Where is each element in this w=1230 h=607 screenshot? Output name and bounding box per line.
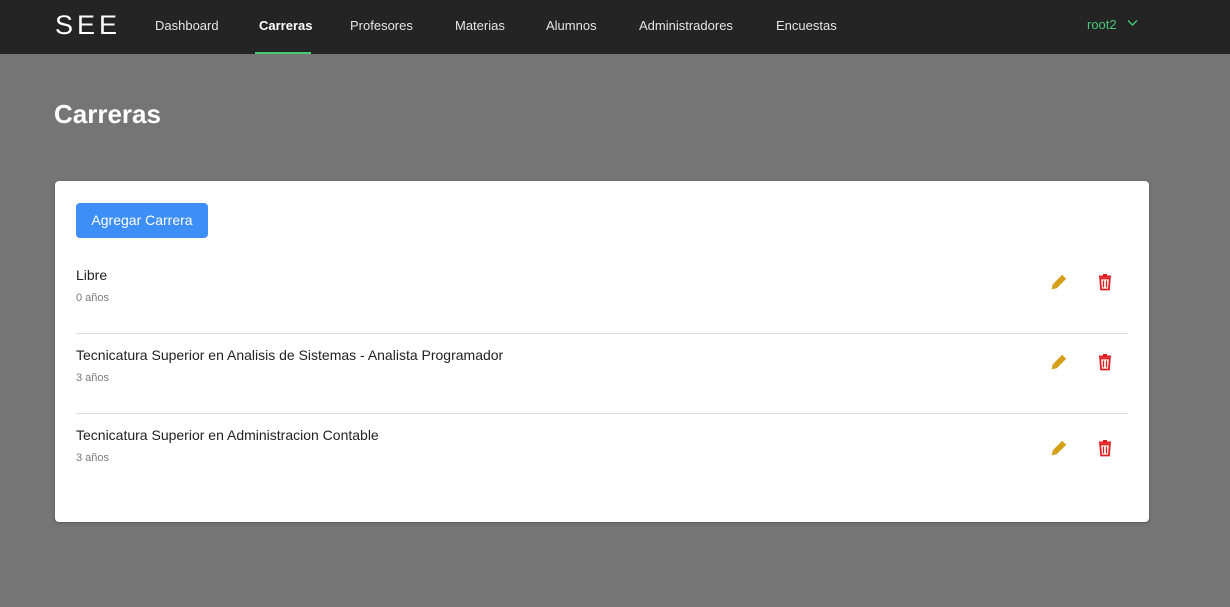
career-name: Tecnicatura Superior en Administracion C… bbox=[76, 427, 379, 443]
edit-career-button[interactable] bbox=[1049, 438, 1069, 458]
trash-icon bbox=[1099, 274, 1111, 291]
career-item: Libre 0 años bbox=[76, 254, 1128, 334]
pencil-icon bbox=[1051, 354, 1067, 370]
user-name: root2 bbox=[1087, 17, 1117, 32]
edit-career-button[interactable] bbox=[1049, 272, 1069, 292]
career-item: Tecnicatura Superior en Analisis de Sist… bbox=[76, 334, 1128, 414]
app-logo[interactable]: SEE bbox=[55, 9, 121, 41]
user-menu[interactable]: root2 bbox=[1087, 0, 1138, 54]
career-name: Tecnicatura Superior en Analisis de Sist… bbox=[76, 347, 504, 363]
top-navbar: SEE Dashboard Carreras Profesores Materi… bbox=[0, 0, 1230, 54]
nav-item-dashboard[interactable]: Dashboard bbox=[155, 0, 219, 54]
career-years: 3 años bbox=[76, 372, 110, 384]
career-years: 0 años bbox=[76, 292, 110, 304]
careers-card: Agregar Carrera Libre 0 años Tecnicatura… bbox=[55, 181, 1149, 522]
delete-career-button[interactable] bbox=[1095, 272, 1115, 292]
chevron-down-icon bbox=[1127, 20, 1138, 26]
career-item: Tecnicatura Superior en Administracion C… bbox=[76, 414, 1128, 494]
nav-item-profesores[interactable]: Profesores bbox=[350, 0, 413, 54]
add-career-button[interactable]: Agregar Carrera bbox=[76, 203, 208, 238]
edit-career-button[interactable] bbox=[1049, 352, 1069, 372]
trash-icon bbox=[1099, 440, 1111, 457]
career-years: 3 años bbox=[76, 452, 110, 464]
pencil-icon bbox=[1051, 440, 1067, 456]
nav-item-alumnos[interactable]: Alumnos bbox=[546, 0, 597, 54]
delete-career-button[interactable] bbox=[1095, 438, 1115, 458]
nav-item-carreras[interactable]: Carreras bbox=[259, 0, 313, 54]
nav-item-materias[interactable]: Materias bbox=[455, 0, 505, 54]
career-name: Libre bbox=[76, 267, 108, 283]
active-nav-indicator bbox=[255, 52, 311, 54]
page-title: Carreras bbox=[54, 99, 161, 129]
delete-career-button[interactable] bbox=[1095, 352, 1115, 372]
nav-item-encuestas[interactable]: Encuestas bbox=[776, 0, 837, 54]
trash-icon bbox=[1099, 354, 1111, 371]
nav-item-administradores[interactable]: Administradores bbox=[639, 0, 733, 54]
pencil-icon bbox=[1051, 274, 1067, 290]
